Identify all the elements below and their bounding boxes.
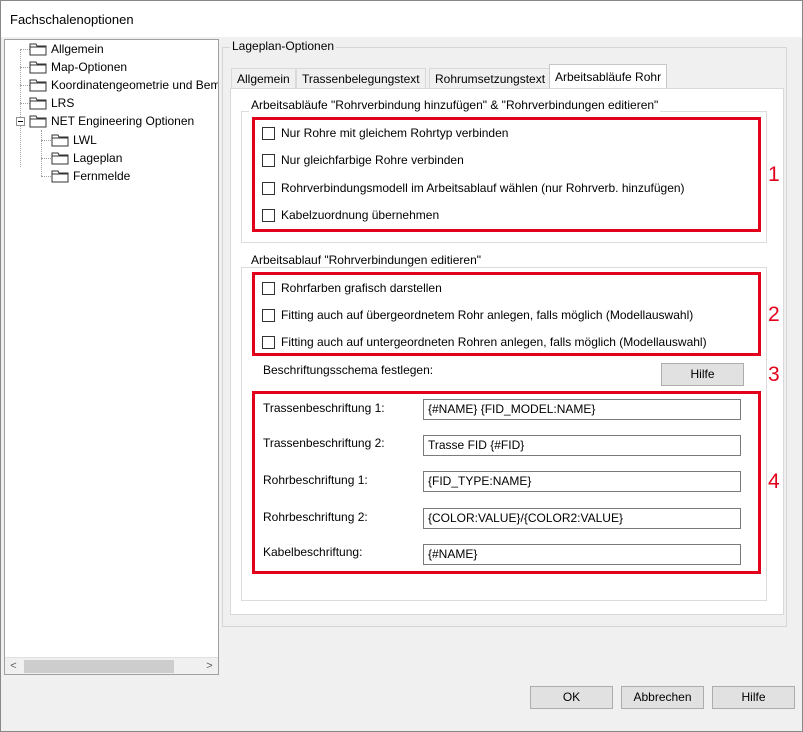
tree-item-label: NET Engineering Optionen xyxy=(51,114,195,128)
tree-item-label: Map-Optionen xyxy=(51,60,128,74)
tab-arbeitsablaeufe-rohr[interactable]: Arbeitsabläufe Rohr xyxy=(549,64,668,88)
title-bar: Fachschalenoptionen xyxy=(1,1,802,37)
schema-label: Beschriftungsschema festlegen: xyxy=(263,363,434,377)
tree-line xyxy=(41,130,42,176)
annotation-marker-4: 4 xyxy=(768,470,780,493)
schema-help-button[interactable]: Hilfe xyxy=(661,363,744,386)
folder-icon xyxy=(29,61,47,74)
options-dialog: Fachschalenoptionen Allgemein Map-Option… xyxy=(0,0,803,732)
tab-label: Allgemein xyxy=(237,72,290,86)
annotation-marker-1: 1 xyxy=(768,163,780,186)
ok-button[interactable]: OK xyxy=(530,686,613,709)
annotation-marker-3: 3 xyxy=(768,363,780,386)
group-editieren-title: Arbeitsablauf "Rohrverbindungen editiere… xyxy=(249,253,483,267)
annotation-box-4 xyxy=(252,391,761,574)
tab-trassenbelegungstext[interactable]: Trassenbelegungstext xyxy=(296,68,426,89)
tree-item-label: Fernmelde xyxy=(73,169,131,183)
collapse-icon[interactable] xyxy=(16,117,25,126)
tree-item-label: Koordinatengeometrie und Bem xyxy=(51,78,219,92)
tab-label: Trassenbelegungstext xyxy=(302,72,420,86)
tree-item-label: Lageplan xyxy=(73,151,123,165)
folder-icon xyxy=(29,43,47,56)
annotation-marker-2: 2 xyxy=(768,303,780,326)
options-tree[interactable]: Allgemein Map-Optionen Koordinatengeomet… xyxy=(4,39,219,675)
annotation-box-1 xyxy=(252,117,761,232)
tree-item-label: LRS xyxy=(51,96,75,110)
scroll-left-arrow-icon[interactable]: < xyxy=(5,658,22,674)
folder-icon xyxy=(29,79,47,92)
folder-icon xyxy=(29,97,47,110)
annotation-box-2 xyxy=(252,272,761,356)
tab-label: Arbeitsabläufe Rohr xyxy=(555,70,662,84)
scroll-right-arrow-icon[interactable]: > xyxy=(201,658,218,674)
folder-icon xyxy=(51,170,69,183)
scrollbar-thumb[interactable] xyxy=(24,660,174,673)
tab-allgemein[interactable]: Allgemein xyxy=(231,68,296,89)
tree-item-label: LWL xyxy=(73,133,97,147)
cancel-button[interactable]: Abbrechen xyxy=(621,686,704,709)
folder-icon xyxy=(51,152,69,165)
group-rohrverbindung-title: Arbeitsabläufe "Rohrverbindung hinzufüge… xyxy=(249,98,661,112)
tree-item-label: Allgemein xyxy=(51,42,104,56)
help-button[interactable]: Hilfe xyxy=(712,686,795,709)
tab-rohrumsetzungstext[interactable]: Rohrumsetzungstext xyxy=(429,68,552,89)
group-title: Lageplan-Optionen xyxy=(230,39,337,53)
horizontal-scrollbar[interactable]: < > xyxy=(5,657,218,674)
tab-label: Rohrumsetzungstext xyxy=(435,72,546,86)
folder-icon xyxy=(29,115,47,128)
folder-icon xyxy=(51,134,69,147)
window-title: Fachschalenoptionen xyxy=(10,12,134,27)
